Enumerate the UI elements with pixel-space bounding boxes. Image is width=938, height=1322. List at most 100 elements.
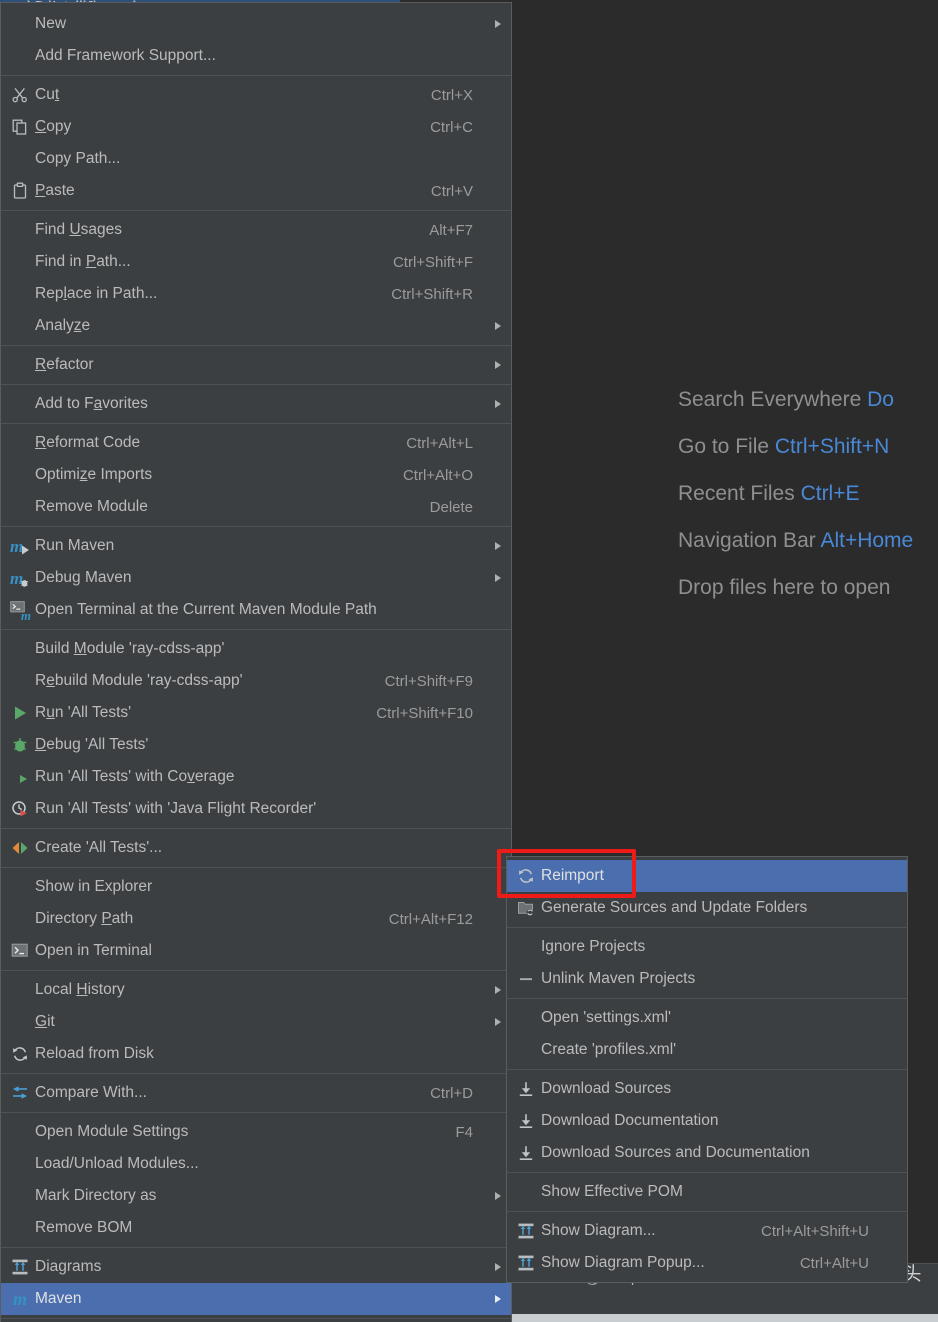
no-icon <box>5 1218 35 1238</box>
menu-item-compare-with[interactable]: Compare With... Ctrl+D <box>1 1077 511 1109</box>
menu-item-run-all-tests-with-java-flight-recorder[interactable]: Run 'All Tests' with 'Java Flight Record… <box>1 793 511 825</box>
menu-item-create-all-tests[interactable]: Create 'All Tests'... <box>1 832 511 864</box>
menu-item-diagrams[interactable]: Diagrams <box>1 1251 511 1283</box>
menu-separator <box>507 1211 907 1212</box>
menu-item-add-framework-support[interactable]: Add Framework Support... <box>1 40 511 72</box>
menu-item-run-all-tests-with-coverage[interactable]: Run 'All Tests' with Coverage <box>1 761 511 793</box>
project-context-menu[interactable]: New Add Framework Support... Cut Ctrl+X Copy… <box>0 2 512 1322</box>
chevron-right-icon <box>487 574 501 582</box>
menu-item-shortcut: Ctrl+X <box>430 86 473 104</box>
maven-terminal-icon: m <box>5 600 35 622</box>
menu-item-show-diagram-popup[interactable]: Show Diagram Popup... Ctrl+Alt+U <box>507 1247 907 1279</box>
download-icon <box>511 1111 541 1131</box>
menu-item-paste[interactable]: Paste Ctrl+V <box>1 175 511 207</box>
menu-item-replace-in-path[interactable]: Replace in Path... Ctrl+Shift+R <box>1 278 511 310</box>
menu-item-label: Download Sources and Documentation <box>541 1144 810 1161</box>
menu-item-build-module-ray-cdss-app[interactable]: Build Module 'ray-cdss-app' <box>1 633 511 665</box>
menu-item-shortcut: Ctrl+Alt+U <box>799 1254 869 1272</box>
menu-separator <box>1 210 511 211</box>
menu-item-shortcut: Ctrl+C <box>430 118 473 136</box>
menu-item-load-unload-modules[interactable]: Load/Unload Modules... <box>1 1148 511 1180</box>
menu-item-open-in-terminal[interactable]: Open in Terminal <box>1 935 511 967</box>
scissors-icon <box>5 85 35 105</box>
menu-item-label: Paste <box>35 182 75 199</box>
menu-item-add-to-favorites[interactable]: Add to Favorites <box>1 388 511 420</box>
menu-item-show-diagram[interactable]: Show Diagram... Ctrl+Alt+Shift+U <box>507 1215 907 1247</box>
menu-item-label: Open Module Settings <box>35 1123 189 1140</box>
menu-item-label: Reimport <box>541 867 604 884</box>
menu-item-ignore-projects[interactable]: Ignore Projects <box>507 931 907 963</box>
copy-icon <box>5 117 35 137</box>
menu-item-generate-sources-and-update-folders[interactable]: Generate Sources and Update Folders <box>507 892 907 924</box>
diagram-icon <box>511 1221 541 1241</box>
menu-item-optimize-imports[interactable]: Optimize Imports Ctrl+Alt+O <box>1 459 511 491</box>
menu-item-open-terminal-at-the-current-maven-module-path[interactable]: m Open Terminal at the Current Maven Modu… <box>1 594 511 626</box>
menu-item-label: Show Effective POM <box>541 1183 683 1200</box>
maven-submenu[interactable]: Reimport Generate Sources and Update Fold… <box>506 856 908 1283</box>
menu-item-open-settings-xml[interactable]: Open 'settings.xml' <box>507 1002 907 1034</box>
no-icon <box>511 1040 541 1060</box>
menu-item-download-sources-and-documentation[interactable]: Download Sources and Documentation <box>507 1137 907 1169</box>
menu-item-run-all-tests[interactable]: Run 'All Tests' Ctrl+Shift+F10 <box>1 697 511 729</box>
menu-item-debug-maven[interactable]: m Debug Maven <box>1 562 511 594</box>
menu-item-download-sources[interactable]: Download Sources <box>507 1073 907 1105</box>
menu-item-shortcut: Ctrl+Shift+R <box>391 285 473 303</box>
menu-separator <box>1 629 511 630</box>
hint-shortcut: Do <box>867 388 894 411</box>
no-icon <box>5 1122 35 1142</box>
chevron-right-icon <box>487 986 501 994</box>
menu-item-reimport[interactable]: Reimport <box>507 860 907 892</box>
menu-item-local-history[interactable]: Local History <box>1 974 511 1006</box>
menu-item-label: Run 'All Tests' with 'Java Flight Record… <box>35 800 317 817</box>
menu-item-download-documentation[interactable]: Download Documentation <box>507 1105 907 1137</box>
hint-label: Search Everywhere <box>678 388 862 411</box>
no-icon <box>5 252 35 272</box>
hint-recent-files: Recent Files Ctrl+E <box>678 470 938 517</box>
menu-item-remove-module[interactable]: Remove Module Delete <box>1 491 511 523</box>
chevron-right-icon <box>487 1018 501 1026</box>
menu-separator <box>1 1318 511 1319</box>
menu-item-mark-directory-as[interactable]: Mark Directory as <box>1 1180 511 1212</box>
menu-item-run-maven[interactable]: m Run Maven <box>1 530 511 562</box>
menu-item-cut[interactable]: Cut Ctrl+X <box>1 79 511 111</box>
hint-go-to-file: Go to File Ctrl+Shift+N <box>678 423 938 470</box>
menu-item-reload-from-disk[interactable]: Reload from Disk <box>1 1038 511 1070</box>
menu-item-rebuild-module-ray-cdss-app[interactable]: Rebuild Module 'ray-cdss-app' Ctrl+Shift+… <box>1 665 511 697</box>
menu-item-label: Download Documentation <box>541 1112 719 1129</box>
menu-item-label: Add to Favorites <box>35 395 148 412</box>
menu-item-new[interactable]: New <box>1 8 511 40</box>
menu-item-refactor[interactable]: Refactor <box>1 349 511 381</box>
menu-item-copy-path[interactable]: Copy Path... <box>1 143 511 175</box>
menu-item-copy[interactable]: Copy Ctrl+C <box>1 111 511 143</box>
menu-item-show-effective-pom[interactable]: Show Effective POM <box>507 1176 907 1208</box>
menu-item-unlink-maven-projects[interactable]: Unlink Maven Projects <box>507 963 907 995</box>
menu-item-show-in-explorer[interactable]: Show in Explorer <box>1 871 511 903</box>
menu-item-label: Show in Explorer <box>35 878 153 895</box>
menu-item-find-usages[interactable]: Find Usages Alt+F7 <box>1 214 511 246</box>
menu-item-directory-path[interactable]: Directory Path Ctrl+Alt+F12 <box>1 903 511 935</box>
menu-item-debug-all-tests[interactable]: Debug 'All Tests' <box>1 729 511 761</box>
menu-item-shortcut: Ctrl+Shift+F9 <box>384 672 473 690</box>
menu-item-label: Reformat Code <box>35 434 141 451</box>
menu-item-open-module-settings[interactable]: Open Module Settings F4 <box>1 1116 511 1148</box>
menu-item-label: Optimize Imports <box>35 466 153 483</box>
no-icon <box>511 937 541 957</box>
no-icon <box>511 1182 541 1202</box>
menu-item-git[interactable]: Git <box>1 1006 511 1038</box>
clipboard-icon <box>5 181 35 201</box>
menu-separator <box>1 970 511 971</box>
chevron-right-icon <box>487 400 501 408</box>
menu-item-create-profiles-xml[interactable]: Create 'profiles.xml' <box>507 1034 907 1066</box>
menu-item-analyze[interactable]: Analyze <box>1 310 511 342</box>
no-icon <box>5 465 35 485</box>
menu-item-label: Rebuild Module 'ray-cdss-app' <box>35 672 243 689</box>
menu-item-remove-bom[interactable]: Remove BOM <box>1 1212 511 1244</box>
menu-item-shortcut: Ctrl+Alt+Shift+U <box>761 1222 869 1240</box>
menu-item-find-in-path[interactable]: Find in Path... Ctrl+Shift+F <box>1 246 511 278</box>
menu-item-reformat-code[interactable]: Reformat Code Ctrl+Alt+L <box>1 427 511 459</box>
hint-shortcut: Ctrl+Shift+N <box>774 435 890 458</box>
no-icon <box>5 316 35 336</box>
menu-separator <box>1 526 511 527</box>
menu-item-maven[interactable]: m Maven <box>1 1283 511 1315</box>
maven-debug-icon: m <box>5 568 35 588</box>
